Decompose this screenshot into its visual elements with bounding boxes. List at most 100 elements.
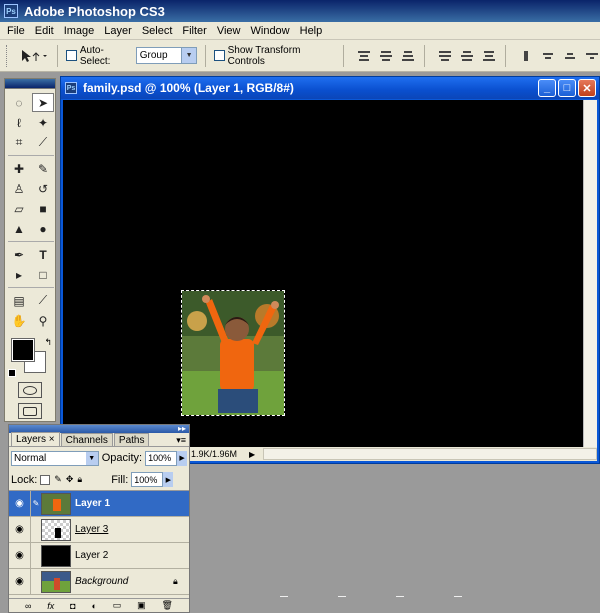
menu-view[interactable]: View [212,25,246,37]
show-transform-checkbox[interactable]: Show Transform Controls [214,45,335,67]
horizontal-scrollbar[interactable] [263,448,597,460]
visibility-eye-icon[interactable]: ◉ [9,491,31,516]
add-mask-icon[interactable]: ◘ [70,601,75,611]
dodge-tool-icon[interactable]: ● [32,219,54,238]
layer-row[interactable]: ◉ Background 🔒︎ [9,569,189,595]
menu-file[interactable]: File [2,25,30,37]
opacity-slider-arrow-icon[interactable]: ▶ [177,450,187,466]
eyedropper-tool-icon[interactable]: ⟋ [32,291,54,310]
tab-layers[interactable]: Layers × [11,432,60,446]
options-bar: Auto-Select: Group ▼ Show Transform Cont… [0,40,600,72]
distribute-top-icon[interactable] [437,49,453,63]
path-selection-icon[interactable]: ▸ [8,265,30,284]
auto-select-box[interactable] [66,50,77,61]
menu-select[interactable]: Select [137,25,178,37]
hand-tool-icon[interactable]: ✋ [8,311,30,330]
document-title-bar[interactable]: Ps family.psd @ 100% (Layer 1, RGB/8#) _… [61,77,599,99]
align-bottom-icon[interactable] [400,49,416,63]
tab-close-icon[interactable]: × [49,434,55,445]
blend-row: Normal ▼ Opacity: 100% ▶ [9,447,189,469]
new-group-icon[interactable]: ▭ [113,600,122,611]
clone-stamp-icon[interactable]: ♙ [8,179,30,198]
marquee-tool-icon[interactable]: ◌ [8,93,30,112]
screen-mode-button[interactable] [18,403,42,419]
chevron-down-icon[interactable]: ▼ [85,451,98,465]
lock-transparent-icon[interactable] [40,474,51,485]
menu-image[interactable]: Image [59,25,100,37]
eraser-tool-icon[interactable]: ▱ [8,199,30,218]
collapse-icon[interactable]: ▸▸ [178,425,186,433]
layer-row[interactable]: ◉ Layer 3 [9,517,189,543]
move-tool-icon[interactable]: ➤ [32,93,54,112]
distribute-hcenter-icon[interactable] [540,49,556,63]
opacity-input[interactable]: 100% [145,450,178,466]
fill-slider-arrow-icon[interactable]: ▶ [163,472,174,487]
visibility-eye-icon[interactable]: ◉ [9,543,31,568]
options-grip[interactable] [6,44,9,67]
auto-align-icon[interactable] [584,49,600,63]
layer-style-icon[interactable]: fx [47,601,54,611]
brush-tool-icon[interactable]: ✎ [32,159,54,178]
type-tool-icon[interactable]: T [32,245,54,264]
distribute-left-icon[interactable] [518,49,534,63]
swap-colors-icon[interactable]: ↰ [44,337,52,348]
distribute-bottom-icon[interactable] [481,49,497,63]
menu-help[interactable]: Help [295,25,328,37]
adjustment-layer-icon[interactable]: ◐ [91,601,96,611]
zoom-tool-icon[interactable]: ⚲ [32,311,54,330]
close-button[interactable]: ✕ [578,79,596,97]
align-top-icon[interactable] [356,49,372,63]
menu-filter[interactable]: Filter [177,25,211,37]
default-colors-icon[interactable] [8,369,16,377]
pen-tool-icon[interactable]: ✒ [8,245,30,264]
new-layer-icon[interactable]: ▣ [137,600,146,611]
distribute-right-icon[interactable] [562,49,578,63]
layer-1-photo[interactable] [181,290,285,416]
document-canvas[interactable] [63,100,585,450]
blend-mode-dropdown[interactable]: Normal ▼ [11,450,99,466]
align-middle-icon[interactable] [378,49,394,63]
tool-preset-picker[interactable] [17,45,49,67]
fill-input[interactable]: 100% [131,472,164,487]
quick-mask-button[interactable] [18,382,42,398]
tab-paths[interactable]: Paths [113,433,150,446]
lasso-tool-icon[interactable]: ℓ [8,113,30,132]
quick-mask-icon [23,385,37,395]
vertical-scrollbar[interactable] [583,100,597,450]
panel-menu-icon[interactable]: ▾≡ [176,435,186,446]
visibility-eye-icon[interactable]: ◉ [9,569,31,594]
auto-select-dropdown[interactable]: Group ▼ [135,47,198,64]
slice-tool-icon[interactable]: ⟋ [32,133,54,152]
minimize-button[interactable]: _ [538,79,556,97]
crop-tool-icon[interactable]: ⌗ [8,133,30,152]
chevron-down-icon[interactable]: ▼ [181,48,197,63]
visibility-eye-icon[interactable]: ◉ [9,517,31,542]
link-brush-icon [31,517,41,542]
delete-layer-icon[interactable]: 🗑︎ [162,600,173,611]
menu-layer[interactable]: Layer [99,25,137,37]
maximize-button[interactable]: □ [558,79,576,97]
auto-select-checkbox[interactable]: Auto-Select: [66,45,131,67]
layer-row[interactable]: ◉ Layer 2 [9,543,189,569]
menu-window[interactable]: Window [246,25,295,37]
lock-position-icon[interactable]: ✥ [66,474,74,485]
magic-wand-tool-icon[interactable]: ✦ [32,113,54,132]
healing-brush-icon[interactable]: ✚ [8,159,30,178]
tab-channels[interactable]: Channels [60,433,113,446]
toolbox-handle[interactable] [5,79,55,89]
gradient-tool-icon[interactable]: ■ [32,199,54,218]
lock-image-icon[interactable]: ✎ [54,474,62,485]
document-title: family.psd @ 100% (Layer 1, RGB/8#) [83,81,294,95]
distribute-middle-icon[interactable] [459,49,475,63]
history-brush-icon[interactable]: ↺ [32,179,54,198]
shape-tool-icon[interactable]: □ [32,265,54,284]
blur-tool-icon[interactable]: ▲ [8,219,30,238]
show-transform-box[interactable] [214,50,225,61]
notes-tool-icon[interactable]: ▤ [8,291,30,310]
link-layers-icon[interactable]: ∞ [25,601,31,611]
status-menu-arrow-icon[interactable]: ▶ [249,450,255,459]
layer-row[interactable]: ◉ ✎ Layer 1 [9,491,189,517]
menu-edit[interactable]: Edit [30,25,59,37]
foreground-color-swatch[interactable] [11,338,35,362]
lock-all-icon[interactable]: 🔒︎ [77,474,82,485]
